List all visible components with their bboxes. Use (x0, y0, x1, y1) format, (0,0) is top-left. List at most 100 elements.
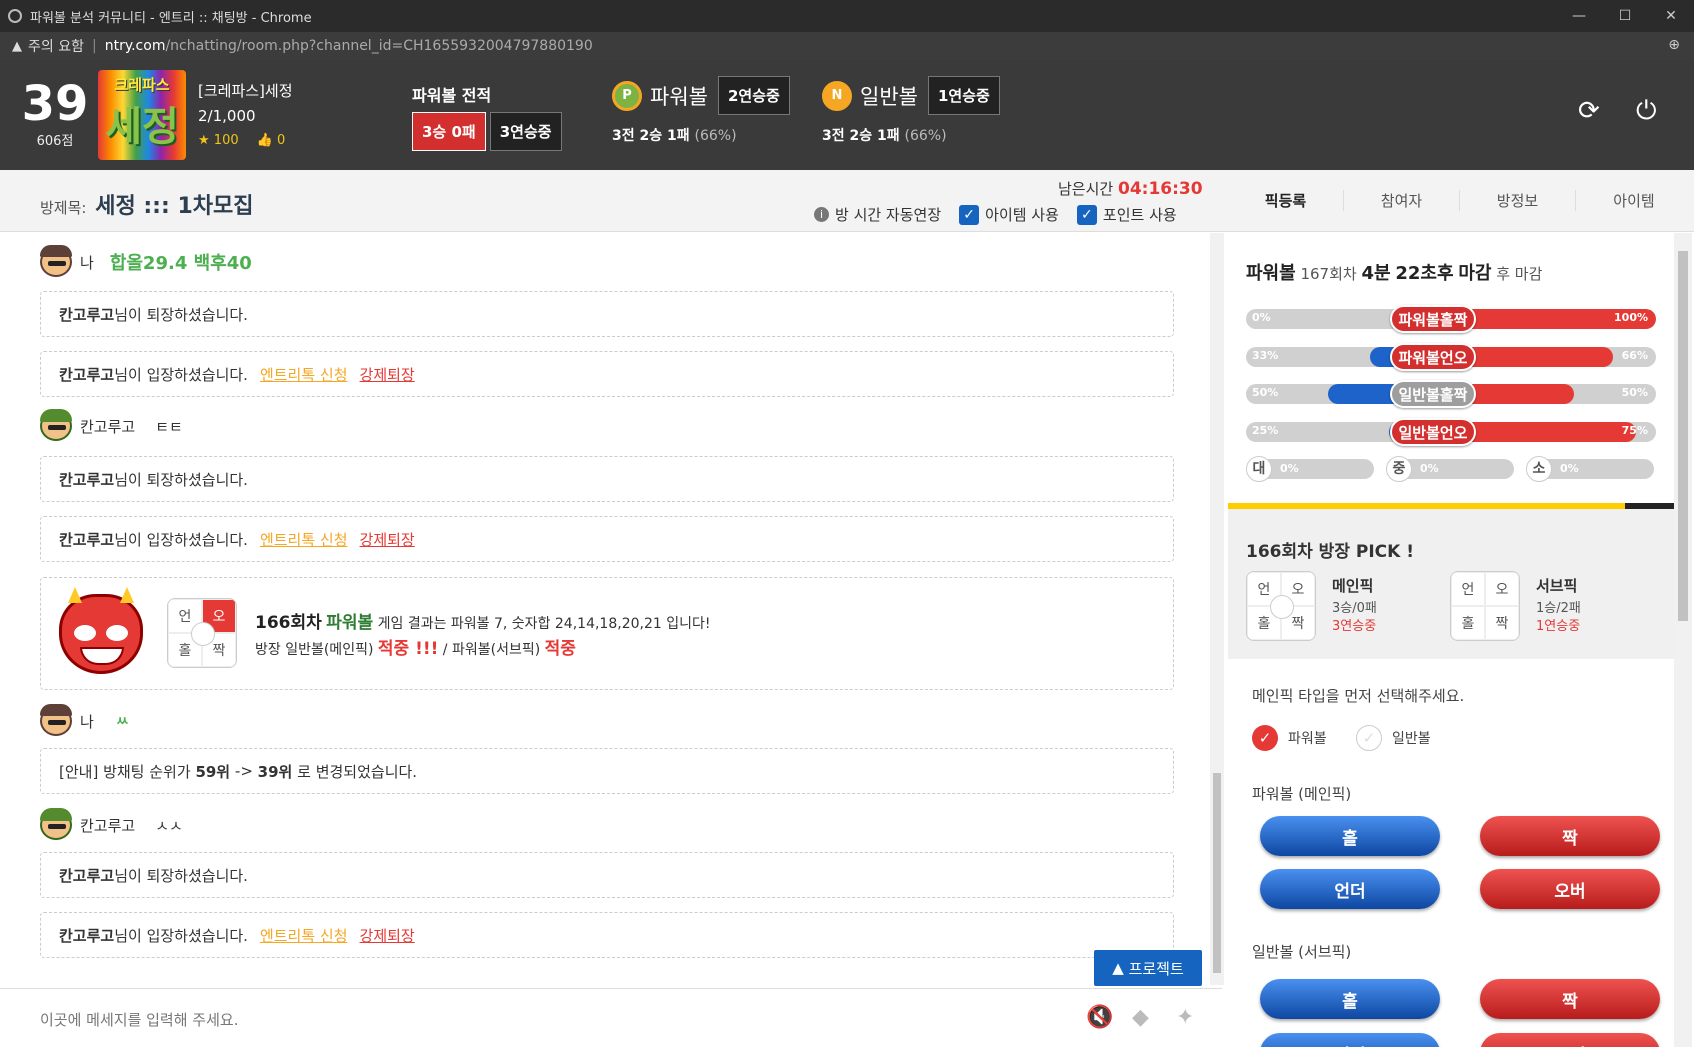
eraser-icon[interactable]: ◆ (1132, 1005, 1149, 1030)
star-count: 100 (213, 133, 239, 148)
globe-icon (8, 9, 22, 23)
size-stat-large: 대 0% (1246, 456, 1374, 482)
notice-message: [안내] 방채팅 순위가 59위 -> 39위 로 변경되었습니다. (40, 748, 1174, 794)
system-message: 칸고루고 님이 입장하셨습니다. 엔트리톡 신청 강제퇴장 (40, 516, 1174, 562)
streak-badge: 3연승중 (489, 112, 562, 151)
round-title: 파워볼 167회차 4분 22초후 마감 후 마감 (1246, 263, 1543, 284)
panel-scrollbar[interactable] (1674, 233, 1692, 1047)
panel-tabs: 픽등록 참여자 방정보 아이템 (1228, 190, 1692, 211)
zoom-icon[interactable]: ⊕ (1668, 37, 1680, 53)
system-message: 칸고루고 님이 퇴장하셨습니다. (40, 456, 1174, 502)
browser-titlebar: 파워볼 분석 커뮤니티 - 엔트리 :: 채팅방 - Chrome — ☐ ✕ (0, 0, 1694, 32)
point-use-checkbox[interactable]: ✓ (1076, 204, 1097, 225)
remaining-time: 남은시간 04:16:30 (1058, 179, 1203, 199)
normalball-stats: N 일반볼 1연승중 3전 2승 1패 (66%) (822, 76, 1000, 145)
powerball-main-title: 파워볼 (메인픽) (1252, 785, 1352, 803)
like-count: 0 (276, 133, 286, 148)
minimize-button[interactable]: — (1556, 0, 1602, 32)
mute-icon[interactable]: 🔇 (1086, 1005, 1113, 1030)
check-icon: ✓ (1252, 725, 1278, 751)
refresh-icon[interactable]: ⟳ (1578, 96, 1600, 126)
message-input-bar: 이곳에 메세지를 입력해 주세요. 🔇 ◆ ✦ (0, 988, 1222, 1047)
warning-icon: ▲ (12, 38, 22, 54)
chat-message: 칸고루고 ㅌㅌ (40, 409, 183, 441)
tab-pick-register[interactable]: 픽등록 (1228, 190, 1344, 211)
chat-message: 나 합올29.4 백후40 (40, 245, 252, 277)
tab-items[interactable]: 아이템 (1576, 190, 1692, 211)
host-pick-box: 166회차 방장 PICK ! 언오 홀짝 메인픽 3승/0패 3연승중 언오 … (1228, 509, 1680, 659)
security-warning[interactable]: 주의 요함 (28, 36, 84, 56)
powerball-even-button[interactable]: 짝 (1480, 816, 1660, 856)
powerball-odd-button[interactable]: 홀 (1260, 816, 1440, 856)
normalball-under-button[interactable]: 언더 (1260, 1033, 1440, 1047)
normalball-over-button[interactable]: 오버 (1480, 1033, 1660, 1047)
stat-label-pill: 일반볼홀짝 (1390, 380, 1476, 408)
entry-talk-link[interactable]: 엔트리톡 신청 (260, 364, 348, 385)
points: 606점 (36, 134, 74, 149)
window-title: 파워볼 분석 커뮤니티 - 엔트리 :: 채팅방 - Chrome (30, 10, 312, 26)
room-info-bar: 방제목: 세정 ::: 1차모집 남은시간 04:16:30 i 방 시간 자동… (0, 170, 1694, 232)
rank-number: 39 (21, 76, 89, 132)
system-message: 칸고루고 님이 퇴장하셨습니다. (40, 291, 1174, 337)
chat-scrollbar[interactable] (1210, 233, 1224, 985)
radio-normalball[interactable]: ✓ 일반볼 (1356, 725, 1431, 751)
check-icon: ✓ (1356, 725, 1382, 751)
close-window-button[interactable]: ✕ (1648, 0, 1694, 32)
power-icon[interactable]: ⏻ (1636, 96, 1657, 127)
size-stat-small: 소 0% (1526, 456, 1654, 482)
entry-talk-link[interactable]: 엔트리톡 신청 (260, 925, 348, 946)
tab-room-info[interactable]: 방정보 (1460, 190, 1576, 211)
result-pick-grid: 언 오 홀 짝 (167, 598, 237, 668)
main-pick-grid: 언오 홀짝 (1246, 571, 1316, 641)
tab-participants[interactable]: 참여자 (1344, 190, 1460, 211)
maximize-button[interactable]: ☐ (1602, 0, 1648, 32)
normalball-even-button[interactable]: 짝 (1480, 979, 1660, 1019)
entry-talk-link[interactable]: 엔트리톡 신청 (260, 529, 348, 550)
kick-link[interactable]: 강제퇴장 (360, 364, 415, 385)
info-icon[interactable]: i (814, 207, 829, 222)
address-bar[interactable]: ▲ 주의 요함 | ntry.com/nchatting/room.php?ch… (0, 32, 1694, 60)
kick-link[interactable]: 강제퇴장 (360, 925, 415, 946)
system-message: 칸고루고 님이 입장하셨습니다. 엔트리톡 신청 강제퇴장 (40, 351, 1174, 397)
devil-emoticon (59, 587, 143, 674)
room-position: 2/1,000 (198, 107, 256, 125)
powerball-over-button[interactable]: 오버 (1480, 869, 1660, 909)
user-avatar (40, 245, 72, 277)
kick-link[interactable]: 강제퇴장 (360, 529, 415, 550)
system-message: 칸고루고 님이 퇴장하셨습니다. (40, 852, 1174, 898)
radio-powerball[interactable]: ✓ 파워볼 (1252, 725, 1327, 751)
user-header: 39 606점 크레파스 세정 [크레파스]세정 2/1,000 ★ 100 👍… (0, 60, 1694, 170)
avatar: 크레파스 세정 (98, 70, 186, 160)
room-title: 방제목: 세정 ::: 1차모집 (40, 194, 254, 219)
sub-pick-grid: 언오 홀짝 (1450, 571, 1520, 641)
system-message: 칸고루고 님이 입장하셨습니다. 엔트리톡 신청 강제퇴장 (40, 912, 1174, 958)
stat-label-pill: 파워볼홀짝 (1390, 305, 1476, 333)
record-badge: 3승 0패 (412, 112, 486, 151)
room-rank: 39 606점 (20, 78, 90, 149)
powerball-record: 파워볼 전적 3승 0패 3연승중 (412, 82, 562, 151)
stat-label-pill: 일반볼언오 (1390, 418, 1476, 446)
protect-button[interactable]: ▲ 프로젝트 (1094, 950, 1202, 986)
normalball-odd-button[interactable]: 홀 (1260, 979, 1440, 1019)
normalball-streak: 1연승중 (927, 76, 1000, 115)
pick-panel: 파워볼 167회차 4분 22초후 마감 후 마감 0% 100% 파워볼홀짝 3… (1228, 233, 1680, 1047)
item-use-checkbox[interactable]: ✓ (959, 204, 980, 225)
stat-label-pill: 파워볼언오 (1390, 343, 1476, 371)
powerball-streak: 2연승중 (717, 76, 790, 115)
powerball-stats: P 파워볼 2연승중 3전 2승 1패 (66%) (612, 76, 790, 145)
normalball-sub-title: 일반볼 (서브픽) (1252, 943, 1352, 961)
normalball-coin-icon: N (822, 80, 852, 111)
user-avatar (40, 409, 72, 441)
size-stat-medium: 중 0% (1386, 456, 1514, 482)
username: [크레파스]세정 (198, 82, 293, 100)
chat-message: 칸고루고 ㅅㅅ (40, 808, 183, 840)
auto-extend-option[interactable]: 방 시간 자동연장 (835, 204, 941, 225)
powerball-coin-icon: P (612, 80, 642, 111)
url-text[interactable]: ntry.com/nchatting/room.php?channel_id=C… (105, 38, 593, 54)
magic-wand-icon[interactable]: ✦ (1176, 1005, 1194, 1030)
user-avatar (40, 704, 72, 736)
message-input[interactable]: 이곳에 메세지를 입력해 주세요. (40, 1009, 238, 1030)
arrow-up-icon: ▲ (1112, 959, 1124, 977)
thumbs-up-icon: 👍 (256, 133, 273, 148)
powerball-under-button[interactable]: 언더 (1260, 869, 1440, 909)
